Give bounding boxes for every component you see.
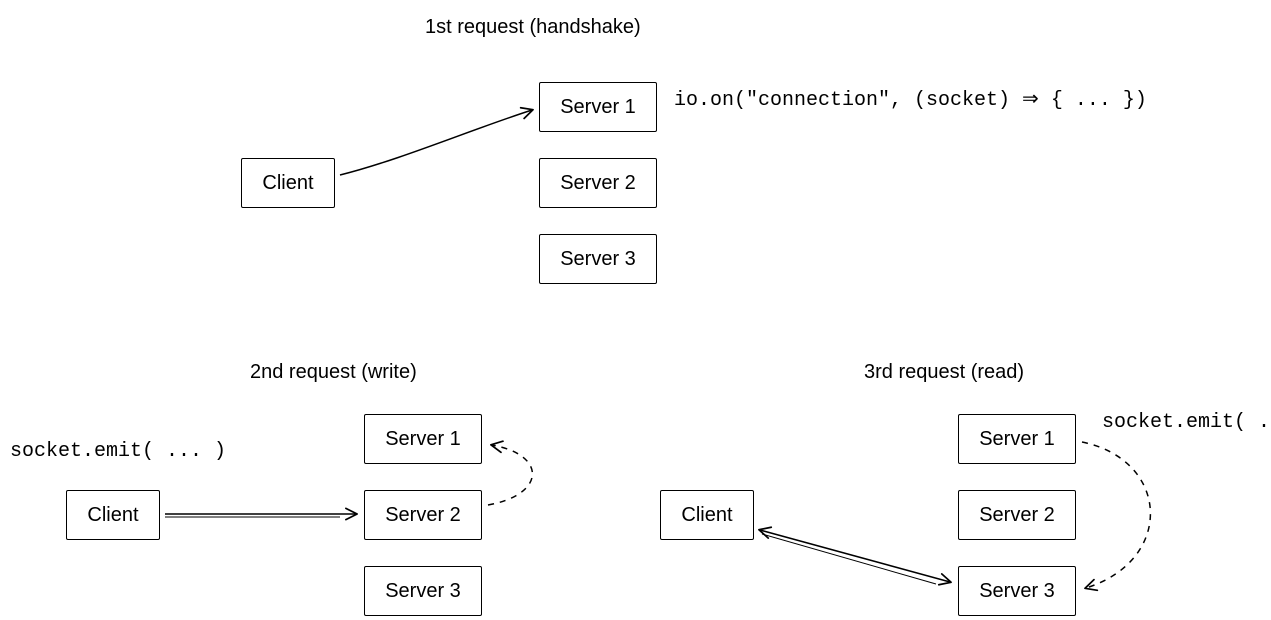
scene3-arrow-client-server3 (760, 530, 950, 582)
scene2-server1-label: Server 1 (385, 428, 461, 451)
scene3-code: socket.emit( ... ) (1102, 411, 1271, 434)
scene3-client-label: Client (681, 504, 732, 527)
scene2-client-box: Client (66, 490, 160, 540)
scene1-arrow-client-to-server1 (340, 110, 532, 175)
scene2-client-label: Client (87, 504, 138, 527)
scene3-dashed-server1-to-server3 (1082, 442, 1150, 588)
scene1-server3-label: Server 3 (560, 248, 636, 271)
scene3-title: 3rd request (read) (864, 361, 1024, 384)
scene2-server2-box: Server 2 (364, 490, 482, 540)
scene1-client-label: Client (262, 172, 313, 195)
scene1-client-box: Client (241, 158, 335, 208)
scene3-server1-box: Server 1 (958, 414, 1076, 464)
scene2-server3-label: Server 3 (385, 580, 461, 603)
scene3-server3-label: Server 3 (979, 580, 1055, 603)
scene3-server3-box: Server 3 (958, 566, 1076, 616)
scene2-server3-box: Server 3 (364, 566, 482, 616)
scene1-code: io.on("connection", (socket) ⇒ { ... }) (674, 86, 1147, 112)
scene2-dashed-server2-to-server1 (488, 445, 532, 505)
scene1-server1-label: Server 1 (560, 96, 636, 119)
scene1-title: 1st request (handshake) (425, 16, 641, 39)
scene2-code: socket.emit( ... ) (10, 440, 226, 463)
scene3-arrow-client-server3-b (762, 534, 936, 584)
scene2-server2-label: Server 2 (385, 504, 461, 527)
scene2-server1-box: Server 1 (364, 414, 482, 464)
scene1-server1-box: Server 1 (539, 82, 657, 132)
scene3-server2-box: Server 2 (958, 490, 1076, 540)
scene1-server2-box: Server 2 (539, 158, 657, 208)
scene3-server1-label: Server 1 (979, 428, 1055, 451)
scene1-server3-box: Server 3 (539, 234, 657, 284)
scene3-server2-label: Server 2 (979, 504, 1055, 527)
scene1-server2-label: Server 2 (560, 172, 636, 195)
scene3-client-box: Client (660, 490, 754, 540)
scene2-title: 2nd request (write) (250, 361, 417, 384)
